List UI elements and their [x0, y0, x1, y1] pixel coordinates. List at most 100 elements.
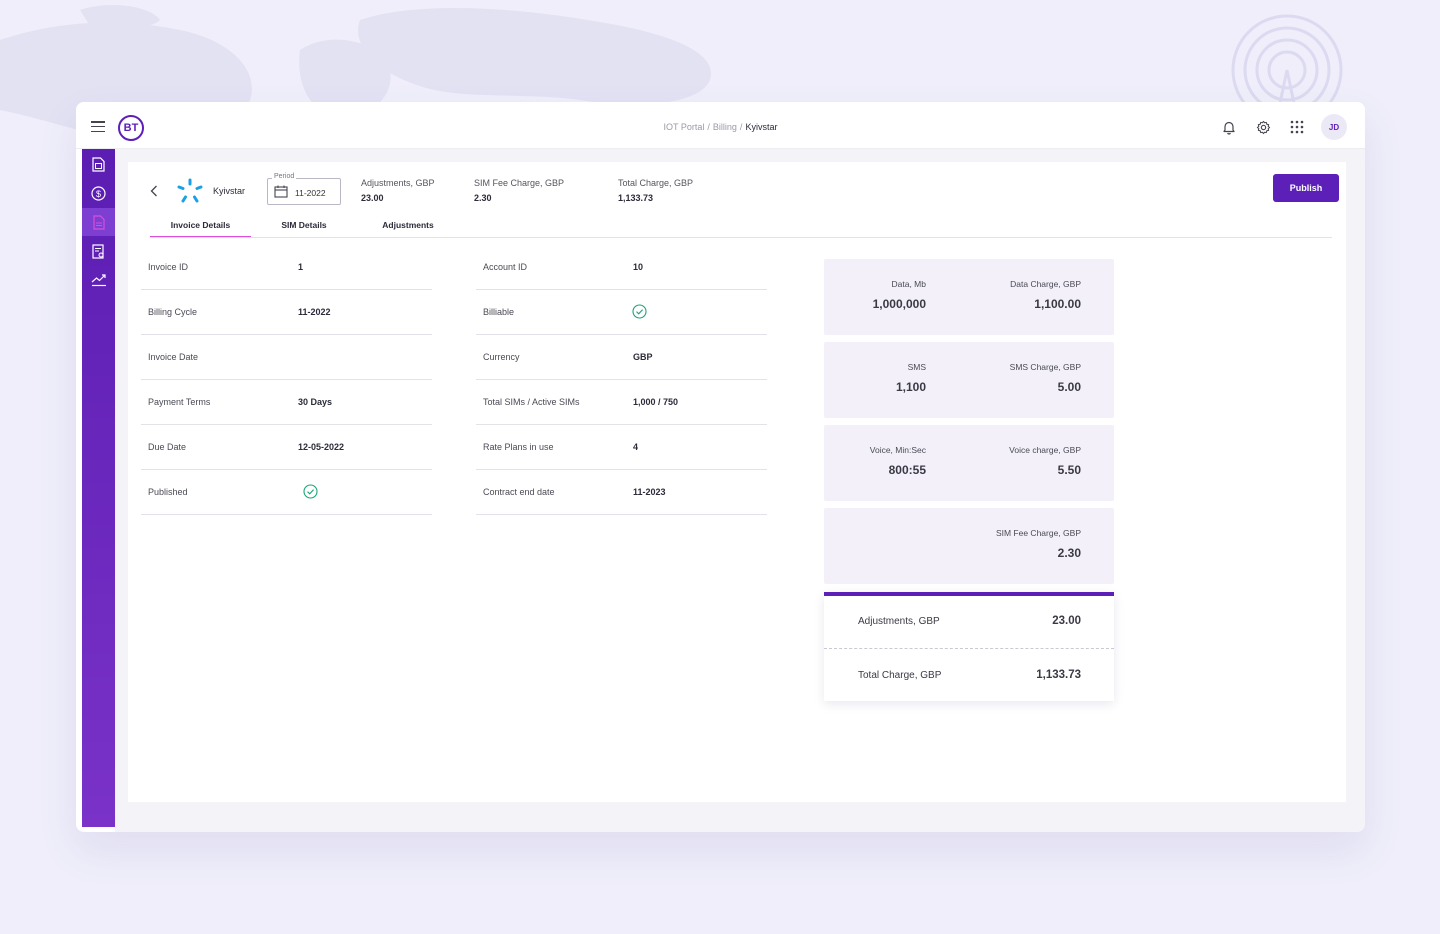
stat-value: 1,000,000 — [872, 297, 926, 311]
charge-card-sim-fee: SIM Fee Charge, GBP 2.30 — [824, 508, 1114, 584]
field-value: 1,000 / 750 — [633, 397, 679, 407]
operator-name: Kyivstar — [213, 186, 246, 196]
report-icon[interactable] — [82, 237, 115, 265]
publish-button[interactable]: Publish — [1273, 174, 1339, 202]
sidebar: $ — [82, 149, 115, 827]
app-window: BT IOT Portal/Billing/Kyivstar JD $ — [76, 102, 1365, 832]
field-value: 1 — [298, 262, 304, 272]
stat-quantity: Data, Mb 1,000,000 — [873, 279, 926, 311]
stat-quantity: SMS 1,100 — [896, 362, 926, 394]
document-icon[interactable] — [82, 208, 115, 236]
field-label: Total SIMs / Active SIMs — [483, 397, 580, 407]
stat-label: Data, Mb — [891, 279, 927, 289]
field-row-contract-end: Contract end date 11-2023 — [476, 470, 767, 515]
trend-chart-icon[interactable] — [82, 266, 115, 294]
period-value: 11-2022 — [295, 188, 326, 198]
stat-label: Voice charge, GBP — [1009, 445, 1081, 455]
bell-icon[interactable] — [1219, 117, 1239, 137]
stat-value: 1,100 — [895, 380, 926, 394]
stat-charge: SIM Fee Charge, GBP 2.30 — [996, 528, 1081, 560]
stat-label: SMS Charge, GBP — [1009, 362, 1081, 372]
field-row-currency: Currency GBP — [476, 335, 767, 380]
summary-total-charge: Total Charge, GBP 1,133.73 — [618, 178, 693, 203]
user-avatar[interactable]: JD — [1321, 114, 1347, 140]
stat-quantity: Voice, Min:Sec 800:55 — [870, 445, 926, 477]
summary-label: Adjustments, GBP — [361, 178, 435, 188]
stat-label: Data Charge, GBP — [1010, 279, 1081, 289]
total-label: Adjustments, GBP — [858, 616, 940, 627]
stat-label: SMS — [907, 362, 926, 372]
tab-adjustments[interactable]: Adjustments — [362, 214, 454, 238]
summary-sim-fee: SIM Fee Charge, GBP 2.30 — [474, 178, 564, 203]
stat-label: SIM Fee Charge, GBP — [995, 528, 1081, 538]
check-circle-icon — [303, 484, 318, 499]
field-row-billing-cycle: Billing Cycle 11-2022 — [141, 290, 432, 335]
field-value: 11-2023 — [633, 487, 666, 497]
total-label: Total Charge, GBP — [858, 670, 942, 681]
field-row-invoice-date: Invoice Date — [141, 335, 432, 380]
stat-charge: Voice charge, GBP 5.50 — [1009, 445, 1081, 477]
totals-card: Adjustments, GBP 23.00 Total Charge, GBP… — [824, 592, 1114, 701]
field-value: 30 Days — [298, 397, 333, 407]
check-circle-icon — [632, 304, 647, 319]
summary-label: Total Charge, GBP — [618, 178, 694, 188]
antenna-decoration-icon — [1231, 14, 1343, 108]
field-label: Invoice ID — [148, 262, 189, 272]
summary-value: 2.30 — [474, 193, 492, 203]
summary-adjustments: Adjustments, GBP 23.00 — [361, 178, 435, 203]
invoice-fields-right: Account ID 10 Billiable Currency GBP Tot… — [476, 245, 767, 515]
tab-invoice-details[interactable]: Invoice Details — [150, 214, 251, 238]
stat-value: 800:55 — [888, 463, 926, 477]
field-row-invoice-id: Invoice ID 1 — [141, 245, 432, 290]
summary-label: SIM Fee Charge, GBP — [474, 178, 565, 188]
field-label: Payment Terms — [148, 397, 211, 407]
back-chevron-icon[interactable] — [150, 184, 158, 202]
breadcrumb-item-billing[interactable]: Billing — [713, 122, 737, 132]
field-row-account-id: Account ID 10 — [476, 245, 767, 290]
total-value: 23.00 — [1052, 615, 1081, 627]
stat-charge: SMS Charge, GBP 5.00 — [1010, 362, 1081, 394]
breadcrumb: IOT Portal / Billing / Kyivstar — [663, 122, 778, 132]
summary-value: 1,133.73 — [618, 193, 654, 203]
calendar-icon — [274, 185, 288, 198]
invoice-card: Kyivstar Period 11-2022 Adjustments, GBP… — [128, 162, 1346, 802]
total-row-adjustments: Adjustments, GBP 23.00 — [824, 596, 1114, 648]
stat-value: 2.30 — [1057, 546, 1081, 560]
sim-card-icon[interactable] — [82, 150, 115, 178]
invoice-fields-left: Invoice ID 1 Billing Cycle 11-2022 Invoi… — [141, 245, 432, 515]
field-value: 4 — [633, 442, 639, 452]
field-row-due-date: Due Date 12-05-2022 — [141, 425, 432, 470]
field-label: Rate Plans in use — [483, 442, 554, 452]
dollar-icon[interactable]: $ — [82, 179, 115, 207]
stat-value: 1,100.00 — [1034, 297, 1081, 311]
total-row-total-charge: Total Charge, GBP 1,133.73 — [824, 650, 1114, 702]
tab-sim-details[interactable]: SIM Details — [258, 214, 350, 238]
field-label: Contract end date — [483, 487, 555, 497]
charge-card-sms: SMS 1,100 SMS Charge, GBP 5.00 — [824, 342, 1114, 418]
svg-text:$: $ — [96, 188, 101, 198]
summary-value: 23.00 — [361, 193, 384, 203]
charge-card-data: Data, Mb 1,000,000 Data Charge, GBP 1,10… — [824, 259, 1114, 335]
stat-value: 5.50 — [1057, 463, 1081, 477]
period-picker[interactable]: Period 11-2022 — [267, 173, 341, 205]
totals-divider — [824, 648, 1114, 649]
tabs-divider — [150, 237, 1332, 238]
field-row-payment-terms: Payment Terms 30 Days — [141, 380, 432, 425]
field-row-billiable: Billiable — [476, 290, 767, 335]
field-label: Due Date — [148, 442, 187, 452]
field-row-rate-plans: Rate Plans in use 4 — [476, 425, 767, 470]
field-value: 10 — [633, 262, 644, 272]
stat-charge: Data Charge, GBP 1,100.00 — [1010, 279, 1081, 311]
field-value: 11-2022 — [298, 307, 331, 317]
top-bar: BT IOT Portal / Billing / Kyivstar JD — [76, 102, 1365, 149]
stat-label: Voice, Min:Sec — [869, 445, 926, 455]
field-row-total-sims: Total SIMs / Active SIMs 1,000 / 750 — [476, 380, 767, 425]
field-label: Billing Cycle — [148, 307, 198, 317]
field-label: Invoice Date — [148, 352, 199, 362]
grid-apps-icon[interactable] — [1287, 117, 1307, 137]
breadcrumb-item-iot-portal[interactable]: IOT Portal — [664, 122, 705, 132]
field-label: Published — [148, 487, 188, 497]
total-value: 1,133.73 — [1036, 669, 1081, 681]
field-value: GBP — [633, 352, 653, 362]
gear-icon[interactable] — [1253, 117, 1273, 137]
